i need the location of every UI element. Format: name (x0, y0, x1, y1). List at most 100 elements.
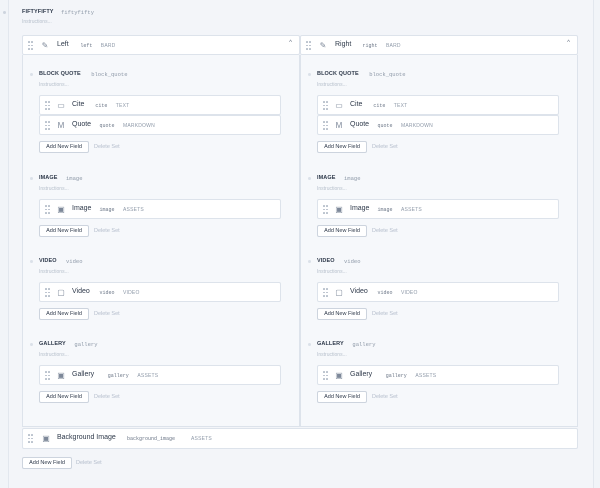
add-new-field-button[interactable]: Add New Field (39, 141, 89, 153)
column-handle: left (80, 43, 93, 49)
add-new-field-button[interactable]: Add New Field (317, 225, 367, 237)
column-header-right[interactable]: ^✎RightrightBARD^ (300, 35, 578, 55)
set-title: VIDEO (39, 258, 57, 264)
column-handle: right (362, 43, 378, 49)
add-new-field-button[interactable]: Add New Field (22, 457, 72, 469)
set-handle: image (66, 175, 83, 182)
set-handle: gallery (352, 341, 376, 348)
set-title: GALLERY (39, 341, 66, 347)
field-row[interactable]: ▢ Video video VIDEO (317, 282, 559, 302)
field-type-icon: ▣ (335, 205, 343, 214)
delete-set-link[interactable]: Delete Set (94, 228, 120, 234)
bard-icon: ✎ (41, 41, 49, 50)
set-drag-handle-icon[interactable] (308, 260, 311, 263)
field-type-icon: ▭ (335, 101, 343, 110)
add-new-field-button[interactable]: Add New Field (317, 308, 367, 320)
chevron-up-icon[interactable]: ^ (567, 40, 570, 46)
field-drag-handle-icon[interactable] (28, 434, 33, 443)
field-type-icon: ▭ (57, 101, 65, 110)
delete-set-link[interactable]: Delete Set (372, 394, 398, 400)
field-type-label: ASSETS (137, 373, 159, 379)
field-drag-handle-icon[interactable] (306, 41, 311, 50)
field-name: Background Image (57, 434, 116, 441)
set-drag-handle-icon[interactable] (30, 343, 33, 346)
column-name: Left (57, 41, 69, 48)
field-type-label: VIDEO (123, 290, 140, 296)
field-row[interactable]: ▣ Image image ASSETS (39, 199, 281, 219)
set-drag-handle-icon[interactable] (308, 343, 311, 346)
set-handle: block_quote (91, 71, 128, 78)
field-row[interactable]: ▣ Gallery gallery ASSETS (317, 365, 559, 385)
add-new-field-button[interactable]: Add New Field (317, 141, 367, 153)
field-row-background-image[interactable]: ▣ Background Image background_image ASSETS (22, 428, 578, 449)
set-drag-handle-icon[interactable] (30, 260, 33, 263)
field-drag-handle-icon[interactable] (45, 371, 50, 380)
delete-set-link[interactable]: Delete Set (94, 394, 120, 400)
field-row[interactable]: M Quote quote MARKDOWN (317, 115, 559, 135)
set-handle: video (344, 258, 361, 265)
set-drag-handle-icon[interactable] (30, 73, 33, 76)
delete-set-link[interactable]: Delete Set (94, 311, 120, 317)
delete-set-link[interactable]: Delete Set (76, 460, 102, 466)
field-type-icon: ▣ (57, 371, 65, 380)
field-drag-handle-icon[interactable] (323, 121, 328, 130)
field-handle: background_image (127, 436, 176, 442)
set-handle: video (66, 258, 83, 265)
field-name: Cite (72, 101, 85, 108)
field-drag-handle-icon[interactable] (323, 371, 328, 380)
matrix-instructions: Instructions... (22, 19, 52, 25)
set-drag-handle-icon[interactable] (30, 177, 33, 180)
field-handle: gallery (385, 373, 407, 379)
field-name: Gallery (350, 371, 373, 378)
field-handle: cite (95, 103, 108, 109)
matrix-handle: fiftyfifty (61, 9, 95, 16)
field-type-icon: M (335, 121, 343, 130)
field-type-label: TEXT (393, 103, 408, 109)
set-instructions: Instructions... (39, 186, 69, 192)
set-handle: block_quote (369, 71, 406, 78)
field-row[interactable]: ▭ Cite cite TEXT (39, 95, 281, 115)
column-header-left[interactable]: ^✎LeftleftBARD^ (22, 35, 300, 55)
add-new-field-button[interactable]: Add New Field (317, 391, 367, 403)
chevron-up-icon[interactable]: ^ (289, 40, 292, 46)
field-row[interactable]: ▣ Gallery gallery ASSETS (39, 365, 281, 385)
column-body-right: BLOCK QUOTE block_quote Instructions... ▭ Ci… (300, 55, 578, 427)
field-type-icon: ▢ (335, 288, 343, 297)
field-drag-handle-icon[interactable] (45, 288, 50, 297)
field-drag-handle-icon[interactable] (45, 205, 50, 214)
field-handle: gallery (107, 373, 129, 379)
set-drag-handle-icon[interactable] (308, 73, 311, 76)
field-drag-handle-icon[interactable] (45, 121, 50, 130)
field-handle: quote (99, 123, 115, 129)
set-drag-handle-icon[interactable] (308, 177, 311, 180)
field-name: Image (350, 205, 370, 212)
add-new-field-button[interactable]: Add New Field (39, 391, 89, 403)
column-type: BARD (100, 43, 116, 49)
field-drag-handle-icon[interactable] (323, 205, 328, 214)
field-drag-handle-icon[interactable] (323, 101, 328, 110)
field-type-label: VIDEO (401, 290, 418, 296)
field-name: Cite (350, 101, 363, 108)
field-name: Video (350, 288, 368, 295)
set-instructions: Instructions... (317, 352, 347, 358)
set-instructions: Instructions... (39, 269, 69, 275)
field-drag-handle-icon[interactable] (45, 101, 50, 110)
delete-set-link[interactable]: Delete Set (94, 144, 120, 150)
field-drag-handle-icon[interactable] (28, 41, 33, 50)
add-new-field-button[interactable]: Add New Field (39, 308, 89, 320)
delete-set-link[interactable]: Delete Set (372, 144, 398, 150)
field-drag-handle-icon[interactable] (323, 288, 328, 297)
field-handle: video (377, 290, 393, 296)
field-row[interactable]: M Quote quote MARKDOWN (39, 115, 281, 135)
drag-handle-icon[interactable] (3, 11, 6, 14)
set-instructions: Instructions... (317, 186, 347, 192)
delete-set-link[interactable]: Delete Set (372, 311, 398, 317)
field-row[interactable]: ▢ Video video VIDEO (39, 282, 281, 302)
field-type-label: ASSETS (191, 436, 212, 442)
delete-set-link[interactable]: Delete Set (372, 228, 398, 234)
field-name: Quote (72, 121, 92, 128)
add-new-field-button[interactable]: Add New Field (39, 225, 89, 237)
field-row[interactable]: ▣ Image image ASSETS (317, 199, 559, 219)
set-title: BLOCK QUOTE (317, 71, 359, 77)
field-row[interactable]: ▭ Cite cite TEXT (317, 95, 559, 115)
